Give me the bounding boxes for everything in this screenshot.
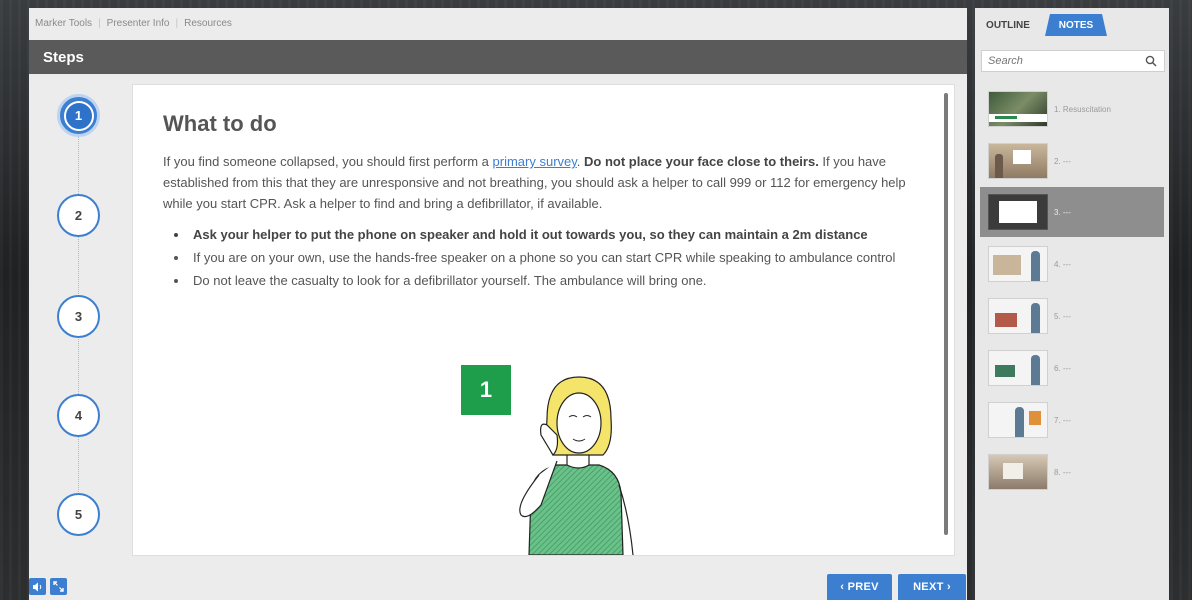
- phone-call-illustration: 1: [461, 365, 661, 556]
- slide-thumbnail: [988, 350, 1048, 386]
- expand-icon: [53, 581, 64, 592]
- list-item: If you are on your own, use the hands-fr…: [189, 249, 923, 266]
- slide-item-3[interactable]: 3. ---: [980, 187, 1164, 237]
- slide-item-1[interactable]: 1. Resuscitation: [980, 84, 1164, 134]
- slide-label: 2. ---: [1054, 156, 1071, 166]
- step-4-button[interactable]: 4: [57, 394, 100, 437]
- step-3-button[interactable]: 3: [57, 295, 100, 338]
- fullscreen-button[interactable]: [50, 578, 67, 595]
- resources-link[interactable]: Resources: [184, 18, 232, 29]
- step-2-button[interactable]: 2: [57, 194, 100, 237]
- slide-thumbnail: [988, 91, 1048, 127]
- next-button[interactable]: NEXT ›: [898, 574, 966, 600]
- slide-label: 6. ---: [1054, 363, 1071, 373]
- primary-survey-link[interactable]: primary survey: [493, 154, 577, 169]
- audio-toggle-button[interactable]: [29, 578, 46, 595]
- slide-item-4[interactable]: 4. ---: [980, 239, 1164, 289]
- tab-outline[interactable]: OUTLINE: [979, 14, 1037, 36]
- slide-label: 7. ---: [1054, 415, 1071, 425]
- steps-header: Steps: [29, 40, 967, 74]
- steps-column: 1 2 3 4 5: [29, 74, 129, 564]
- slide-item-7[interactable]: 7. ---: [980, 395, 1164, 445]
- slide-label: 1. Resuscitation: [1054, 104, 1111, 114]
- intro-warning: Do not place your face close to theirs.: [584, 154, 819, 169]
- slide-item-6[interactable]: 6. ---: [980, 343, 1164, 393]
- slide-label: 8. ---: [1054, 467, 1071, 477]
- slide-item-8[interactable]: 8. ---: [980, 447, 1164, 497]
- content-scrollbar[interactable]: [944, 93, 948, 535]
- intro-text-2: .: [576, 154, 585, 169]
- slide-item-5[interactable]: 5. ---: [980, 291, 1164, 341]
- content-card: What to do If you find someone collapsed…: [132, 84, 955, 556]
- nav-separator: |: [175, 17, 179, 29]
- slide-thumbnail: [988, 454, 1048, 490]
- nav-separator: |: [98, 17, 101, 29]
- slide-label: 4. ---: [1054, 259, 1071, 269]
- speaker-icon: [33, 582, 42, 591]
- search-box: [981, 50, 1165, 72]
- step-number-badge: 1: [461, 365, 511, 415]
- slide-thumbnail: [988, 246, 1048, 282]
- search-input[interactable]: [982, 55, 1132, 67]
- top-nav: Marker Tools | Presenter Info | Resource…: [29, 8, 967, 38]
- presenter-info-link[interactable]: Presenter Info: [107, 18, 170, 29]
- sidebar: OUTLINE NOTES 1. Resuscitation 2. --- 3.: [975, 8, 1169, 600]
- content-title: What to do: [163, 111, 277, 136]
- list-item: Do not leave the casualty to look for a …: [189, 272, 923, 289]
- sidebar-tabs: OUTLINE NOTES: [975, 8, 1169, 38]
- slide-thumbnail: [988, 402, 1048, 438]
- slide-item-2[interactable]: 2. ---: [980, 136, 1164, 186]
- slide-thumbnail: [988, 194, 1048, 230]
- step-1-label: 1: [63, 100, 94, 131]
- step-5-button[interactable]: 5: [57, 493, 100, 536]
- slide-thumbnail: [988, 298, 1048, 334]
- list-item: Ask your helper to put the phone on spea…: [189, 226, 923, 243]
- slide-label: 5. ---: [1054, 311, 1071, 321]
- intro-text-1: If you find someone collapsed, you shoul…: [163, 154, 493, 169]
- tab-notes[interactable]: NOTES: [1045, 14, 1107, 36]
- main-panel: Marker Tools | Presenter Info | Resource…: [29, 8, 967, 600]
- content-body: What to do If you find someone collapsed…: [163, 111, 923, 295]
- intro-paragraph: If you find someone collapsed, you shoul…: [163, 151, 923, 214]
- step-1-button[interactable]: 1: [57, 94, 100, 137]
- marker-tools-link[interactable]: Marker Tools: [35, 18, 92, 29]
- slide-label: 3. ---: [1054, 207, 1071, 217]
- search-icon[interactable]: [1145, 55, 1157, 67]
- prev-button[interactable]: ‹ PREV: [827, 574, 892, 600]
- instruction-list: Ask your helper to put the phone on spea…: [189, 226, 923, 289]
- slide-thumbnail: [988, 143, 1048, 179]
